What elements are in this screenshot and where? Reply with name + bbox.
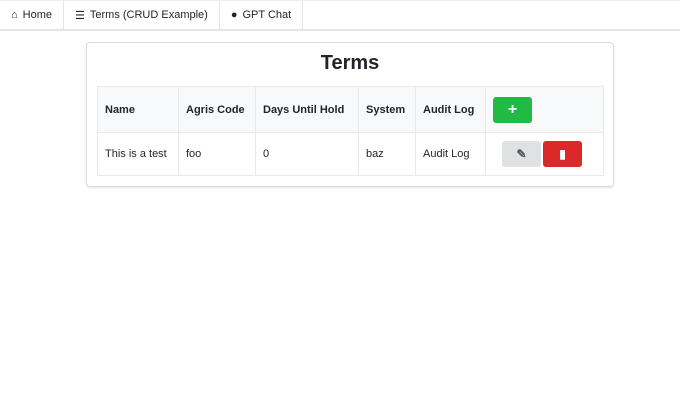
audit-log-link[interactable]: Audit Log [415,132,486,176]
trash-icon: ▮ [559,147,566,161]
cell-name: This is a test [97,132,179,176]
delete-button[interactable]: ▮ [543,141,582,167]
cell-days-until-hold: 0 [255,132,359,176]
terms-card: Terms Name Agris Code Days Until Hold Sy… [86,42,614,187]
header-name: Name [97,86,179,133]
pencil-icon: ✎ [516,147,527,161]
tab-gpt-chat[interactable]: ● GPT Chat [220,1,304,29]
plus-icon: + [507,100,518,118]
header-system: System [358,86,416,133]
header-audit-log: Audit Log [415,86,486,133]
header-agris-code: Agris Code [178,86,256,133]
page-title: Terms [320,52,380,74]
cell-agris-code: foo [178,132,256,176]
table-header-row: Name Agris Code Days Until Hold System A… [97,86,604,133]
chat-icon: ● [230,9,238,21]
edit-button[interactable]: ✎ [502,141,541,167]
cell-system: baz [358,132,416,176]
tab-home[interactable]: ⌂ Home [0,1,64,29]
home-icon: ⌂ [11,9,18,21]
tab-terms[interactable]: ☰ Terms (CRUD Example) [64,1,220,29]
header-days-until-hold: Days Until Hold [255,86,359,133]
terms-table: Name Agris Code Days Until Hold System A… [97,86,604,176]
table-row: This is a test foo 0 baz Audit Log ✎ ▮ [97,132,604,176]
top-nav: ⌂ Home ☰ Terms (CRUD Example) ● GPT Chat [0,0,680,31]
add-term-button[interactable]: + [493,96,532,123]
list-icon: ☰ [75,9,85,22]
